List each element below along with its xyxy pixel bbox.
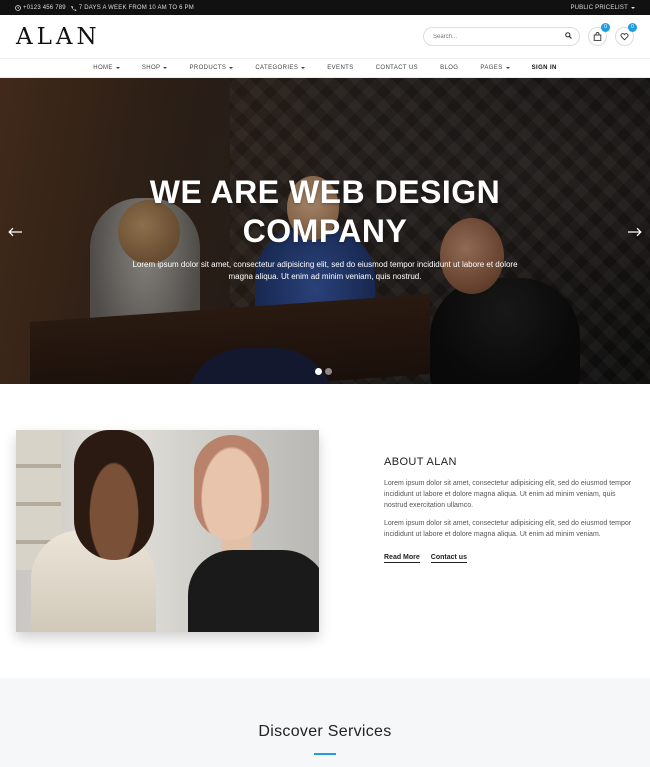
header-actions: 0 0 bbox=[423, 23, 637, 46]
top-bar: +0123 456 789 7 DAYS A WEEK FROM 10 AM T… bbox=[0, 0, 650, 15]
nav-item-categories[interactable]: CATEGORIES bbox=[244, 65, 316, 71]
chevron-down-icon bbox=[301, 67, 306, 69]
about-image bbox=[16, 430, 319, 632]
pricelist-dropdown[interactable]: PUBLIC PRICELIST bbox=[570, 5, 635, 11]
clock-icon bbox=[15, 4, 21, 11]
nav-item-label: CONTACT US bbox=[375, 65, 419, 71]
slider-prev-button[interactable] bbox=[8, 224, 23, 240]
nav-item-label: HOME bbox=[93, 65, 113, 71]
cart-button[interactable]: 0 bbox=[588, 23, 610, 46]
chevron-down-icon bbox=[229, 67, 234, 69]
logo[interactable]: ALAN bbox=[16, 24, 101, 50]
chevron-down-icon bbox=[505, 67, 510, 69]
arrow-right-icon bbox=[627, 224, 642, 240]
nav-item-blog[interactable]: BLOG bbox=[429, 65, 469, 71]
nav-item-pages[interactable]: PAGES bbox=[469, 65, 520, 71]
opening-hours: 7 DAYS A WEEK FROM 10 AM TO 6 PM bbox=[78, 4, 194, 11]
cart-count-badge: 0 bbox=[601, 23, 610, 32]
services-section: Discover Services bbox=[0, 678, 650, 767]
title-underline bbox=[314, 753, 336, 755]
about-links: Read More Contact us bbox=[384, 554, 636, 563]
main-navigation: HOME SHOP PRODUCTS CATEGORIES EVENTS CON… bbox=[0, 58, 650, 78]
chevron-down-icon bbox=[163, 67, 168, 69]
arrow-left-icon bbox=[8, 224, 23, 240]
about-image-person bbox=[74, 430, 154, 560]
wishlist-button[interactable]: 0 bbox=[615, 23, 637, 46]
about-paragraph: Lorem ipsum dolor sit amet, consectetur … bbox=[384, 520, 632, 538]
hero-title-line: COMPANY bbox=[242, 213, 408, 249]
services-title: Discover Services bbox=[258, 723, 392, 740]
contact-info: +0123 456 789 7 DAYS A WEEK FROM 10 AM T… bbox=[15, 5, 194, 11]
heart-icon bbox=[620, 28, 629, 46]
chevron-down-icon bbox=[115, 67, 120, 69]
hero-text: Lorem ipsum dolor sit amet, consectetur … bbox=[132, 260, 518, 281]
nav-item-sign-in[interactable]: SIGN IN bbox=[521, 65, 568, 71]
about-paragraph: Lorem ipsum dolor sit amet, consectetur … bbox=[384, 480, 632, 509]
slider-next-button[interactable] bbox=[627, 224, 642, 240]
slider-dot[interactable] bbox=[325, 368, 332, 375]
wishlist-count-badge: 0 bbox=[628, 23, 637, 32]
pricelist-label: PUBLIC PRICELIST bbox=[570, 4, 628, 11]
search-icon[interactable] bbox=[565, 32, 572, 41]
nav-item-label: BLOG bbox=[440, 65, 459, 71]
hero-title-line: WE ARE WEB DESIGN bbox=[149, 174, 501, 210]
nav-item-label: PAGES bbox=[480, 65, 503, 71]
nav-item-label: SIGN IN bbox=[531, 65, 557, 71]
nav-item-label: SHOP bbox=[141, 65, 161, 71]
nav-item-label: EVENTS bbox=[327, 65, 354, 71]
about-section: ABOUT ALAN Lorem ipsum dolor sit amet, c… bbox=[0, 384, 650, 678]
search-input[interactable] bbox=[433, 33, 553, 40]
search-box bbox=[423, 27, 580, 46]
nav-item-contact-us[interactable]: CONTACT US bbox=[365, 65, 429, 71]
chevron-down-icon bbox=[631, 6, 635, 9]
slider-pagination bbox=[315, 368, 332, 375]
read-more-link[interactable]: Read More bbox=[384, 554, 420, 563]
about-title: ABOUT ALAN bbox=[384, 456, 457, 468]
nav-item-label: CATEGORIES bbox=[255, 65, 299, 71]
contact-us-link[interactable]: Contact us bbox=[430, 554, 467, 563]
phone-icon bbox=[71, 5, 77, 11]
about-image-person bbox=[194, 435, 269, 540]
shopping-bag-icon bbox=[593, 28, 602, 46]
nav-item-label: PRODUCTS bbox=[189, 65, 227, 71]
header: ALAN 0 0 bbox=[0, 15, 650, 58]
nav-item-shop[interactable]: SHOP bbox=[131, 65, 179, 71]
phone-number[interactable]: +0123 456 789 bbox=[23, 5, 66, 11]
nav-item-events[interactable]: EVENTS bbox=[316, 65, 364, 71]
hero-title: WE ARE WEB DESIGN COMPANY bbox=[0, 173, 650, 251]
about-image-person bbox=[188, 550, 319, 632]
about-content: ABOUT ALAN Lorem ipsum dolor sit amet, c… bbox=[384, 456, 636, 563]
nav-item-home[interactable]: HOME bbox=[82, 65, 131, 71]
hero-slider: WE ARE WEB DESIGN COMPANY Lorem ipsum do… bbox=[0, 78, 650, 384]
nav-item-products[interactable]: PRODUCTS bbox=[178, 65, 244, 71]
slider-dot[interactable] bbox=[315, 368, 322, 375]
